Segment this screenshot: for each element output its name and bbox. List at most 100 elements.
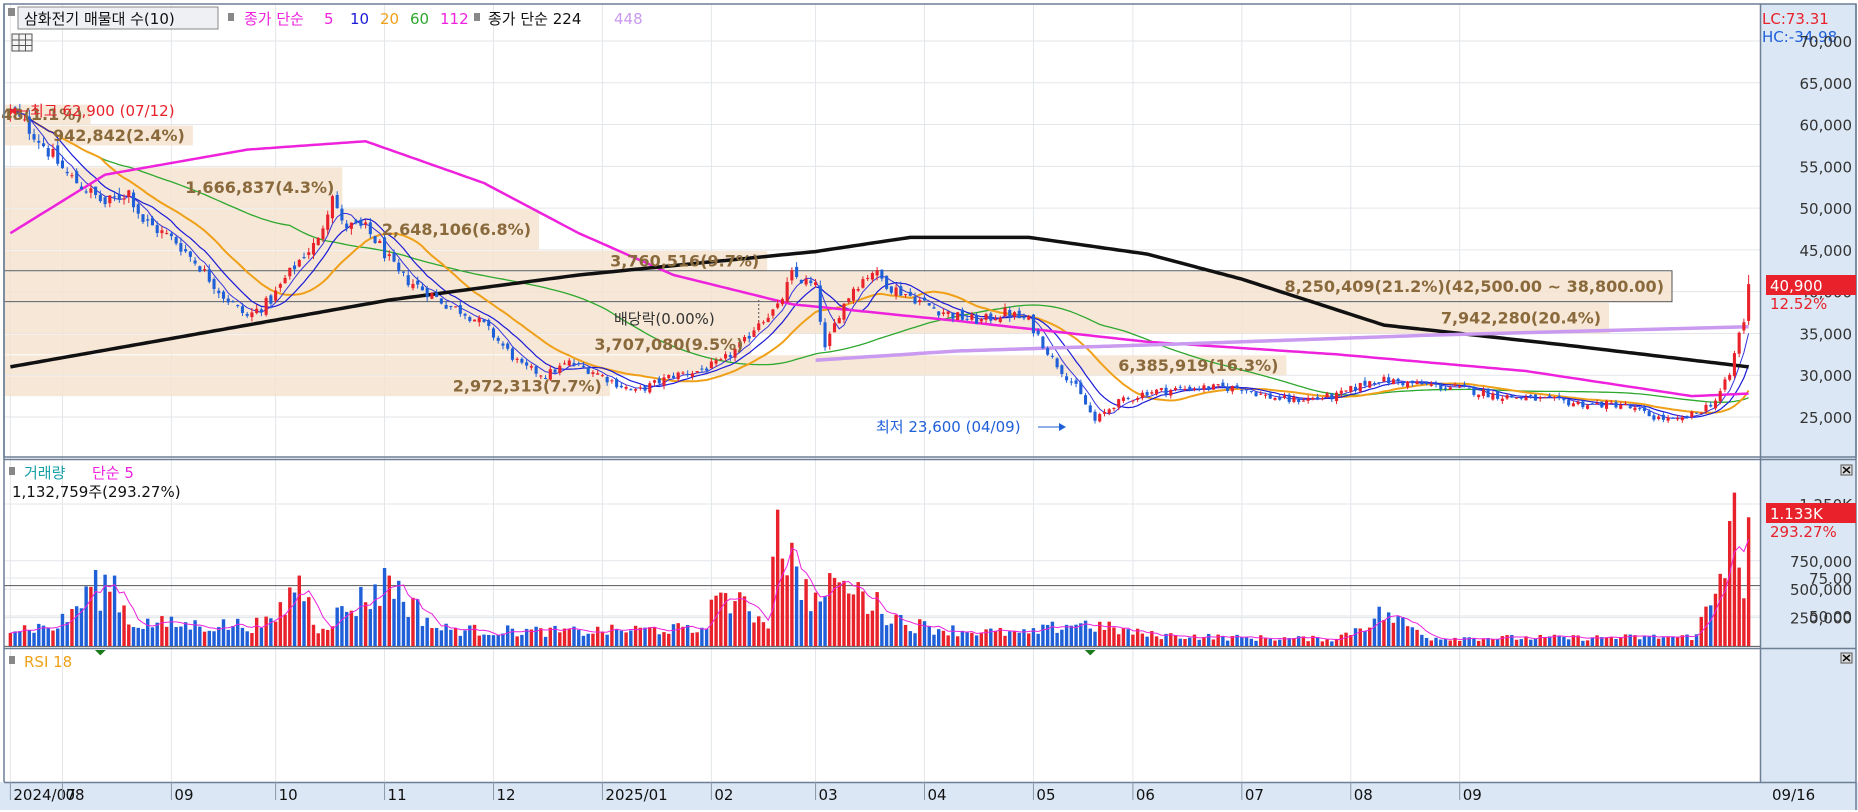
candle-body[interactable]	[1093, 411, 1097, 421]
candle-body[interactable]	[1661, 414, 1665, 420]
volume-bar[interactable]	[193, 620, 197, 646]
candle-body[interactable]	[155, 225, 159, 234]
candle-body[interactable]	[1249, 390, 1253, 392]
volume-bar[interactable]	[420, 625, 425, 646]
candle-body[interactable]	[94, 186, 98, 195]
candle-body[interactable]	[562, 363, 567, 365]
volume-bar[interactable]	[1254, 640, 1258, 646]
candle-body[interactable]	[335, 194, 339, 209]
volume-bar[interactable]	[1055, 632, 1059, 646]
volume-bar[interactable]	[1093, 631, 1097, 646]
candle-body[interactable]	[828, 333, 832, 347]
volume-bar[interactable]	[236, 618, 240, 646]
volume-bar[interactable]	[491, 635, 496, 646]
candle-body[interactable]	[567, 360, 571, 366]
candle-body[interactable]	[1410, 380, 1414, 384]
volume-bar[interactable]	[1590, 637, 1595, 646]
candle-body[interactable]	[75, 171, 79, 184]
candle-body[interactable]	[1325, 393, 1329, 398]
candle-body[interactable]	[89, 188, 93, 193]
volume-bar[interactable]	[368, 609, 373, 646]
candle-body[interactable]	[236, 305, 240, 307]
candle-body[interactable]	[1136, 398, 1140, 400]
candle-body[interactable]	[946, 311, 950, 315]
candle-body[interactable]	[231, 301, 235, 303]
candle-body[interactable]	[1647, 411, 1651, 417]
candle-body[interactable]	[1074, 380, 1078, 384]
candle-body[interactable]	[477, 317, 481, 323]
candle-body[interactable]	[345, 223, 349, 229]
volume-bar[interactable]	[951, 625, 955, 646]
candle-body[interactable]	[150, 217, 154, 226]
volume-bar[interactable]	[1401, 617, 1405, 646]
volume-bar[interactable]	[766, 628, 770, 646]
candle-body[interactable]	[1339, 390, 1343, 394]
volume-bar[interactable]	[18, 631, 22, 646]
volume-bar[interactable]	[1363, 630, 1367, 646]
candle-body[interactable]	[1112, 407, 1116, 409]
volume-bar[interactable]	[581, 635, 586, 646]
candle-body[interactable]	[439, 298, 443, 304]
volume-bar[interactable]	[1656, 638, 1661, 646]
candle-body[interactable]	[1202, 385, 1206, 390]
candle-body[interactable]	[1718, 391, 1722, 402]
volume-bar[interactable]	[681, 626, 685, 646]
volume-bar[interactable]	[790, 542, 794, 646]
volume-bar[interactable]	[913, 633, 917, 646]
volume-bar[interactable]	[202, 631, 207, 646]
candle-body[interactable]	[131, 192, 136, 208]
candle-body[interactable]	[288, 267, 292, 277]
candle-body[interactable]	[918, 300, 922, 303]
candle-body[interactable]	[103, 197, 107, 205]
volume-bar[interactable]	[1278, 639, 1282, 646]
candle-body[interactable]	[60, 160, 65, 169]
candle-body[interactable]	[1211, 384, 1215, 390]
volume-bar[interactable]	[250, 632, 254, 646]
candle-body[interactable]	[1159, 388, 1163, 390]
candle-body[interactable]	[799, 279, 803, 284]
volume-bar[interactable]	[1443, 638, 1448, 646]
volume-bar[interactable]	[131, 627, 136, 646]
volume-bar[interactable]	[501, 633, 505, 646]
candle-body[interactable]	[1713, 400, 1718, 409]
volume-bar[interactable]	[638, 627, 643, 646]
candle-body[interactable]	[1477, 394, 1481, 398]
candle-body[interactable]	[1524, 397, 1528, 401]
volume-bar[interactable]	[321, 628, 325, 646]
volume-bar[interactable]	[1140, 633, 1145, 646]
candle-body[interactable]	[51, 149, 55, 157]
volume-bar[interactable]	[349, 610, 354, 646]
price-y-axis[interactable]	[1760, 4, 1856, 457]
volume-bar[interactable]	[382, 568, 387, 646]
volume-bar[interactable]	[894, 614, 898, 646]
volume-bar[interactable]	[70, 609, 74, 646]
volume-bar[interactable]	[1458, 640, 1462, 646]
candle-body[interactable]	[1586, 405, 1590, 409]
candle-body[interactable]	[1481, 390, 1485, 396]
candle-body[interactable]	[596, 373, 600, 375]
volume-bar[interactable]	[1614, 638, 1618, 646]
volume-bar[interactable]	[567, 629, 571, 646]
volume-bar[interactable]	[1126, 629, 1130, 646]
volume-bar[interactable]	[1420, 634, 1424, 646]
candle-body[interactable]	[1638, 408, 1642, 410]
volume-bar[interactable]	[150, 627, 155, 646]
candle-body[interactable]	[619, 385, 623, 388]
volume-bar[interactable]	[851, 594, 856, 646]
candle-body[interactable]	[444, 304, 448, 309]
candle-body[interactable]	[1387, 377, 1391, 384]
volume-bar[interactable]	[505, 625, 510, 646]
volume-bar[interactable]	[1491, 639, 1495, 646]
volume-bar[interactable]	[1017, 632, 1021, 646]
candle-body[interactable]	[1306, 397, 1310, 401]
volume-bar[interactable]	[245, 631, 249, 646]
candle-body[interactable]	[1221, 382, 1225, 387]
candle-body[interactable]	[1273, 397, 1277, 400]
volume-bar[interactable]	[1472, 638, 1476, 646]
volume-bar[interactable]	[1495, 639, 1500, 646]
candle-body[interactable]	[1642, 407, 1646, 411]
candle-body[interactable]	[1694, 412, 1699, 414]
candle-body[interactable]	[1453, 384, 1457, 386]
volume-bar[interactable]	[231, 625, 235, 646]
volume-bar[interactable]	[818, 601, 822, 646]
